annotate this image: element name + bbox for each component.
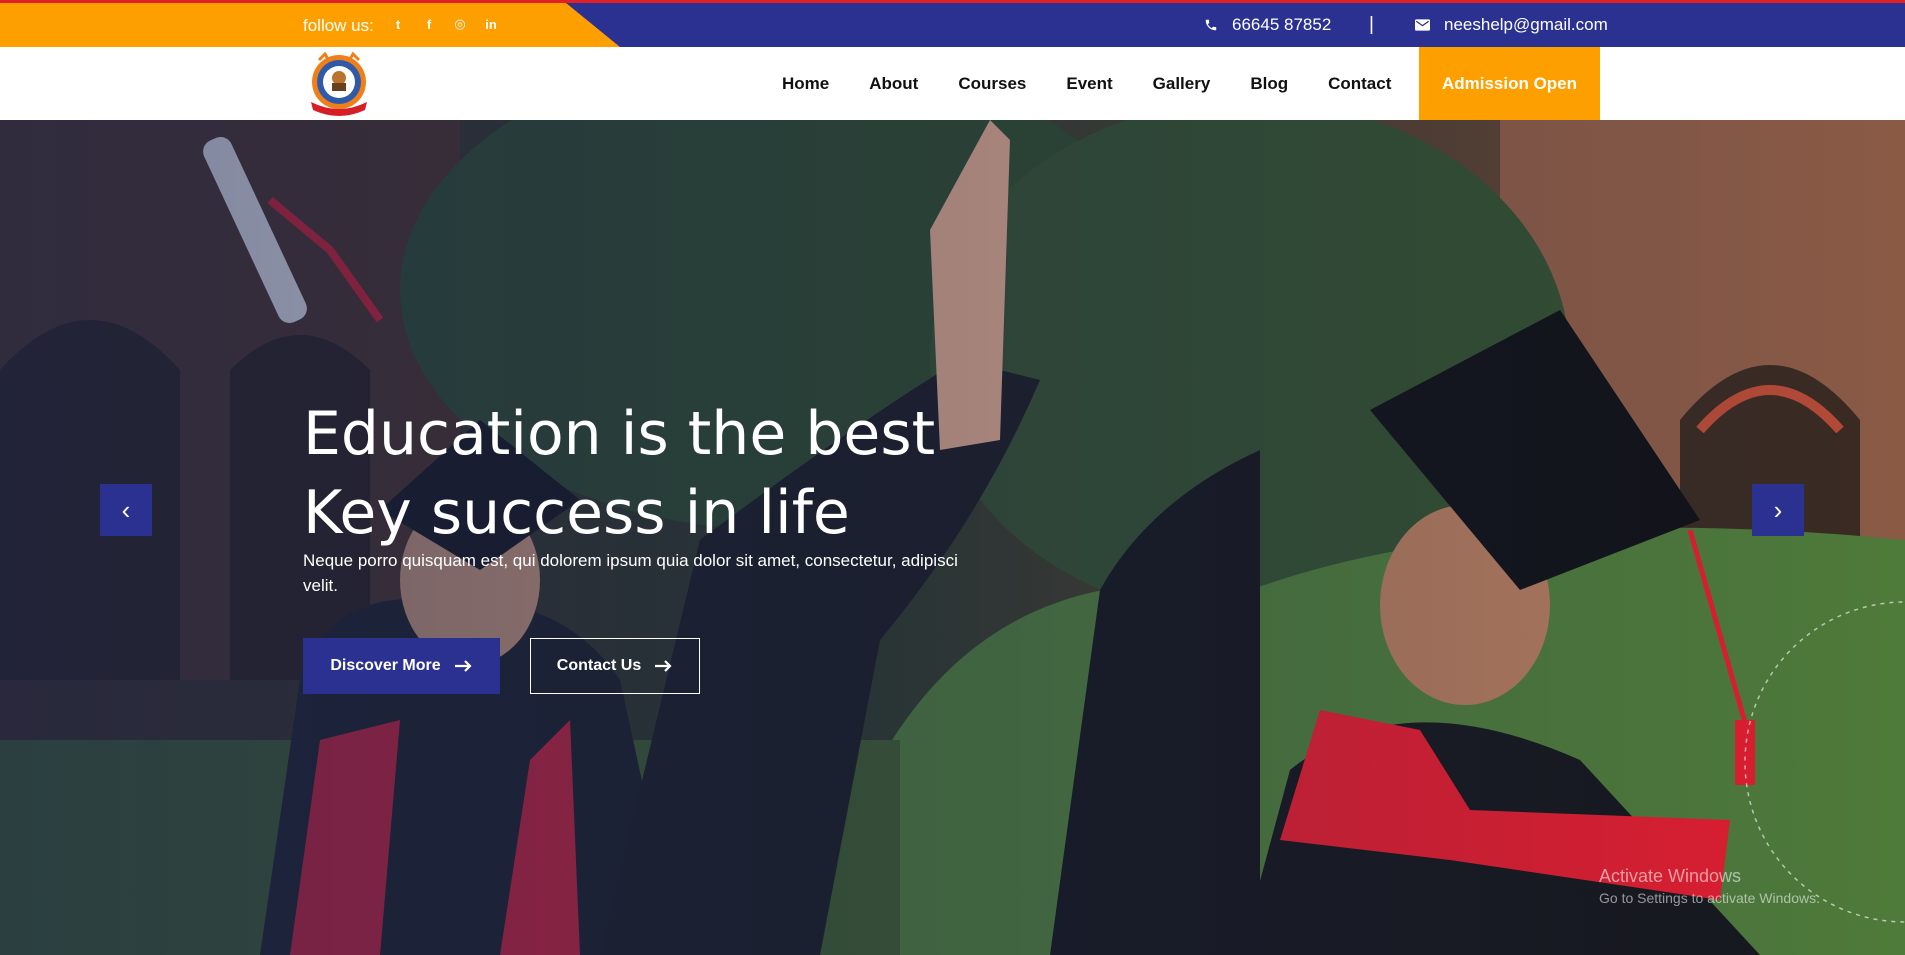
instagram-icon[interactable]: ◎ <box>451 15 469 33</box>
nav-about[interactable]: About <box>869 74 918 94</box>
chevron-left-icon: ‹ <box>121 494 131 525</box>
chevron-right-icon: › <box>1773 494 1783 525</box>
school-logo[interactable] <box>305 52 373 118</box>
hero-subtitle: Neque porro quisquam est, qui dolorem ip… <box>303 551 958 595</box>
watermark-title: Activate Windows <box>1599 866 1742 886</box>
slider-prev-button[interactable]: ‹ <box>100 484 152 536</box>
hero-slider: Education is the best Key success in lif… <box>0 120 1905 955</box>
hero-title: Education is the best Key success in lif… <box>303 395 1063 553</box>
facebook-icon[interactable]: f <box>420 15 438 33</box>
contact-us-button[interactable]: Contact Us <box>530 638 700 694</box>
follow-label: follow us: <box>303 16 374 35</box>
contact-separator: | <box>1369 14 1374 35</box>
arrow-right-icon <box>655 660 672 672</box>
nav-event[interactable]: Event <box>1066 74 1112 94</box>
nav-contact[interactable]: Contact <box>1328 74 1391 94</box>
phone-number: 66645 87852 <box>1232 15 1332 34</box>
email-address: neeshelp@gmail.com <box>1444 15 1608 34</box>
linkedin-icon[interactable]: in <box>482 15 500 33</box>
nav-gallery[interactable]: Gallery <box>1153 74 1211 94</box>
nav-blog[interactable]: Blog <box>1250 74 1288 94</box>
discover-more-button[interactable]: Discover More <box>303 638 500 694</box>
main-navbar: Home About Courses Event Gallery Blog Co… <box>0 47 1905 120</box>
twitter-icon[interactable]: t <box>389 15 407 33</box>
arrow-right-icon <box>454 660 472 672</box>
phone-contact[interactable]: 66645 87852 <box>1204 15 1331 35</box>
windows-activation-watermark: Activate Windows Go to Settings to activ… <box>1599 866 1820 906</box>
nav-courses[interactable]: Courses <box>958 74 1026 94</box>
contact-us-label: Contact Us <box>556 657 642 674</box>
phone-icon <box>1205 19 1217 31</box>
watermark-subtitle: Go to Settings to activate Windows. <box>1599 890 1820 906</box>
nav-home[interactable]: Home <box>782 74 829 94</box>
hero-title-line-2: Key success in life <box>303 478 850 548</box>
discover-more-label: Discover More <box>330 657 441 674</box>
slider-next-button[interactable]: › <box>1752 484 1804 536</box>
mail-icon <box>1415 19 1430 31</box>
admission-open-button[interactable]: Admission Open <box>1419 47 1600 120</box>
top-bar: follow us: t f ◎ in 66645 87852 | neeshe… <box>0 0 1905 47</box>
hero-title-line-1: Education is the best <box>303 399 936 469</box>
main-menu: Home About Courses Event Gallery Blog Co… <box>782 47 1431 120</box>
email-contact[interactable]: neeshelp@gmail.com <box>1415 15 1608 35</box>
